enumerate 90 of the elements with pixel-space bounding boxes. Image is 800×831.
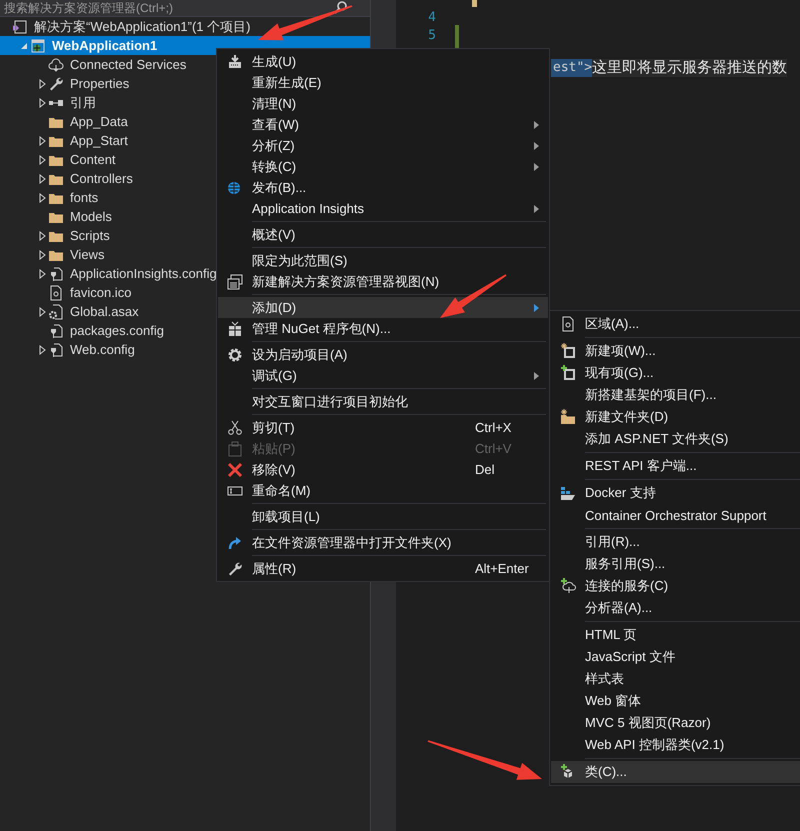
menu-item[interactable]: 类(C)... (551, 761, 800, 783)
wrench-icon (227, 560, 243, 576)
menu-item[interactable]: 剪切(T) Ctrl+X (218, 417, 548, 438)
menu-item[interactable]: 对交互窗口进行项目初始化 (218, 391, 548, 412)
selected-code: est"> (551, 59, 592, 77)
shortcut-text: Ctrl+V (475, 441, 512, 456)
globe-project-icon (30, 38, 46, 54)
menu-item[interactable]: 新搭建基架的项目(F)... (551, 384, 800, 406)
menu-item[interactable]: HTML 页 (551, 624, 800, 646)
window-icon (227, 274, 243, 290)
menu-item[interactable]: 新建文件夹(D) (551, 406, 800, 428)
menu-item[interactable]: 卸载项目(L) (218, 506, 548, 527)
menu-item[interactable]: 连接的服务(C) (551, 575, 800, 597)
clipboard-icon (227, 440, 243, 456)
new-item-icon (560, 343, 576, 359)
add-item-icon (560, 365, 576, 381)
menu-item[interactable]: 移除(V) Del (218, 459, 548, 480)
menu-item[interactable]: 在文件资源管理器中打开文件夹(X) (218, 532, 548, 553)
code-text: 这里即将显示服务器推送的数 (592, 59, 788, 77)
wrench-icon (48, 76, 64, 92)
file-icon (560, 316, 576, 332)
collapsed-arrow-icon[interactable] (38, 98, 46, 108)
gear-icon (227, 346, 243, 362)
solution-icon (12, 18, 28, 34)
menu-item[interactable]: 现有项(G)... (551, 362, 800, 384)
menu-item[interactable]: 添加(D) (218, 297, 548, 318)
menu-item[interactable]: 样式表 (551, 668, 800, 690)
collapsed-arrow-icon[interactable] (38, 344, 46, 354)
menu-item[interactable]: Web 窗体 (551, 690, 800, 712)
menu-item[interactable]: Docker 支持 (551, 482, 800, 504)
tree-item[interactable]: 解决方案“WebApplication1”(1 个项目) (0, 17, 370, 36)
menu-item[interactable]: 清理(N) (218, 93, 548, 114)
gear-file-icon (48, 304, 64, 320)
config-file-icon (48, 322, 64, 338)
menu-item[interactable]: REST API 客户端... (551, 455, 800, 477)
plug-icon (560, 578, 576, 594)
shortcut-text: Alt+Enter (475, 561, 529, 576)
redo-arrow-icon (227, 534, 243, 550)
search-field[interactable]: 搜索解决方案资源管理器(Ctrl+;) (0, 0, 370, 17)
menu-item[interactable]: 管理 NuGet 程序包(N)... (218, 318, 548, 339)
menu-item[interactable]: 新建解决方案资源管理器视图(N) (218, 271, 548, 292)
menu-item[interactable]: 重新生成(E) (218, 72, 548, 93)
menu-item[interactable]: 分析器(A)... (551, 597, 800, 619)
line-number: 4 (427, 9, 436, 26)
menu-item[interactable]: 设为启动项目(A) (218, 344, 548, 365)
menu-item[interactable]: 查看(W) (218, 114, 548, 135)
config-file-icon (48, 266, 64, 282)
cloud-icon (48, 56, 64, 72)
expanded-arrow-icon[interactable] (20, 42, 28, 50)
line-number: 5 (427, 26, 436, 44)
config-file-icon (48, 342, 64, 358)
menu-item[interactable]: 属性(R) Alt+Enter (218, 558, 548, 579)
build-icon (227, 54, 243, 70)
globe-icon (227, 180, 243, 196)
shortcut-text: Ctrl+X (475, 420, 512, 435)
collapsed-arrow-icon[interactable] (38, 78, 46, 88)
menu-item[interactable]: MVC 5 视图页(Razor) (551, 712, 800, 734)
collapsed-arrow-icon[interactable] (38, 230, 46, 240)
delete-icon (227, 462, 243, 478)
collapsed-arrow-icon[interactable] (38, 192, 46, 202)
menu-item[interactable]: 分析(Z) (218, 135, 548, 156)
collapsed-arrow-icon[interactable] (38, 174, 46, 184)
file-icon (48, 284, 64, 300)
menu-item[interactable]: 限定为此范围(S) (218, 250, 548, 271)
collapsed-arrow-icon[interactable] (38, 268, 46, 278)
menu-item[interactable]: 区域(A)... (551, 313, 800, 335)
menu-item[interactable]: 概述(V) (218, 224, 548, 245)
menu-item[interactable]: 转换(C) (218, 156, 548, 177)
docker-icon (560, 485, 576, 501)
menu-item[interactable]: 服务引用(S)... (551, 553, 800, 575)
menu-item[interactable]: Web API 控制器类(v2.1) (551, 734, 800, 756)
menu-item[interactable]: Application Insights (218, 198, 548, 219)
collapsed-arrow-icon[interactable] (38, 250, 46, 260)
annotation-arrow (440, 274, 506, 318)
new-folder-icon (560, 409, 576, 425)
scissors-icon (227, 420, 243, 436)
menu-item[interactable]: 重命名(M) (218, 480, 548, 501)
collapsed-arrow-icon[interactable] (38, 306, 46, 316)
menu-item[interactable]: 调试(G) (218, 365, 548, 386)
shortcut-text: Del (475, 462, 495, 477)
menu-item[interactable]: 引用(R)... (551, 531, 800, 553)
menu-item[interactable]: 新建项(W)... (551, 340, 800, 362)
collapsed-arrow-icon[interactable] (38, 136, 46, 146)
menu-item[interactable]: Container Orchestrator Support (551, 504, 800, 526)
package-icon (227, 320, 243, 336)
menu-item[interactable]: 发布(B)... (218, 177, 548, 198)
collapsed-arrow-icon[interactable] (38, 154, 46, 164)
menu-item[interactable]: 添加 ASP.NET 文件夹(S) (551, 428, 800, 450)
menu-item[interactable]: JavaScript 文件 (551, 646, 800, 668)
brace-marker (472, 0, 477, 7)
